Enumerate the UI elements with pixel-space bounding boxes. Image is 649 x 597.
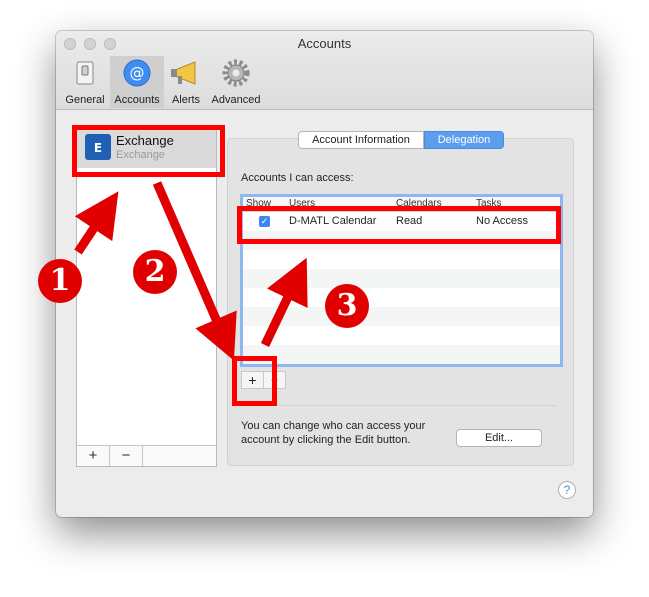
step-3-badge: 3 <box>325 284 369 328</box>
arrow-step-1 <box>74 191 119 255</box>
annotation-arrows <box>74 181 308 361</box>
arrow-step-3 <box>260 257 308 347</box>
step-1-badge: 1 <box>38 259 82 303</box>
step-2-badge: 2 <box>133 250 177 294</box>
